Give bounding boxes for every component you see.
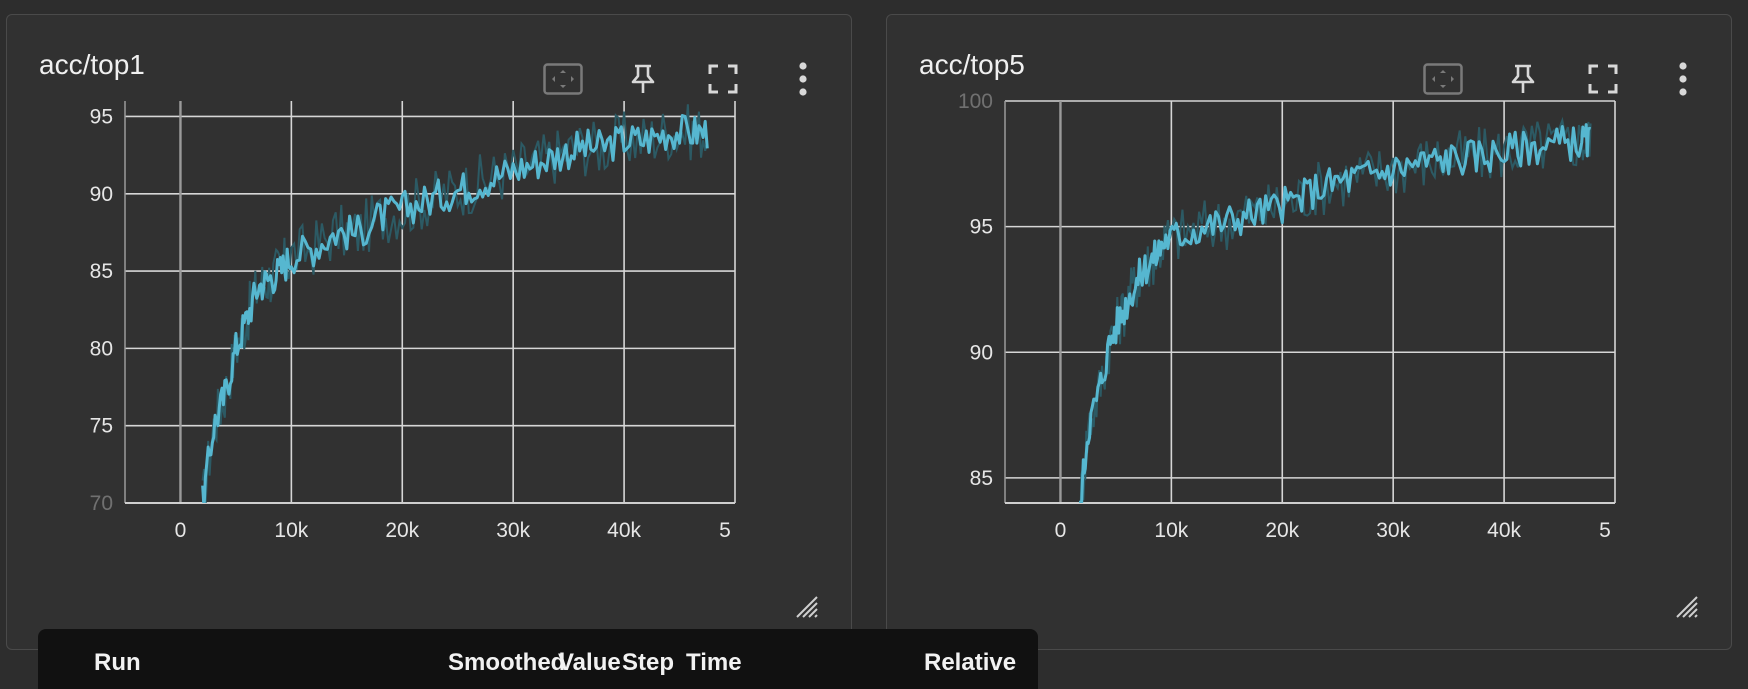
y-tick-label: 90 (90, 183, 113, 206)
column-header-value[interactable]: Value (558, 649, 621, 677)
y-tick-label: 85 (90, 260, 113, 283)
y-tick-label: 70 (90, 492, 113, 515)
x-tick-label: 30k (1376, 519, 1410, 542)
x-tick-label: 0 (1055, 519, 1067, 542)
chart-plot-acc-top5[interactable]: 100 95 90 85 0 10k 20k 30k 40k 5 (887, 15, 1733, 651)
y-tick-label: 100 (958, 90, 993, 113)
y-tick-label: 95 (970, 216, 993, 239)
y-tick-label: 85 (970, 467, 993, 490)
x-tick-label: 5 (1599, 519, 1611, 542)
column-header-run[interactable]: Run (94, 649, 141, 677)
raw-series-line (201, 104, 709, 503)
x-tick-label: 0 (175, 519, 187, 542)
x-tick-label: 10k (274, 519, 308, 542)
y-tick-label: 80 (90, 337, 113, 360)
resize-handle-icon[interactable] (793, 593, 819, 619)
x-tick-label: 40k (607, 519, 641, 542)
series-group (201, 104, 709, 503)
x-tick-label: 10k (1154, 519, 1188, 542)
x-tick-label: 5 (719, 519, 731, 542)
y-tick-label: 95 (90, 105, 113, 128)
column-header-relative[interactable]: Relative (924, 649, 1016, 677)
data-table-header: Run Smoothed Value Step Time Relative (38, 629, 1038, 689)
column-header-smoothed[interactable]: Smoothed (448, 649, 565, 677)
y-tick-label: 75 (90, 415, 113, 438)
column-header-step[interactable]: Step (622, 649, 674, 677)
x-tick-label: 30k (496, 519, 530, 542)
x-tick-label: 20k (385, 519, 419, 542)
chart-plot-acc-top1[interactable]: 95 90 85 80 75 70 0 10k 20k 30k 40k 5 (7, 15, 853, 651)
x-tick-label: 40k (1487, 519, 1521, 542)
x-tick-label: 20k (1265, 519, 1299, 542)
smoothed-series-line (201, 114, 709, 503)
column-header-time[interactable]: Time (686, 649, 742, 677)
scalar-card-acc-top5: acc/top5 100 95 90 85 0 10k 20k 30k 40k 5 (886, 14, 1732, 650)
resize-handle-icon[interactable] (1673, 593, 1699, 619)
y-tick-label: 90 (970, 341, 993, 364)
scalar-card-acc-top1: acc/top1 95 90 85 80 75 70 0 10k 20k 30k 40k 5 (6, 14, 852, 650)
series-group (1078, 116, 1592, 503)
